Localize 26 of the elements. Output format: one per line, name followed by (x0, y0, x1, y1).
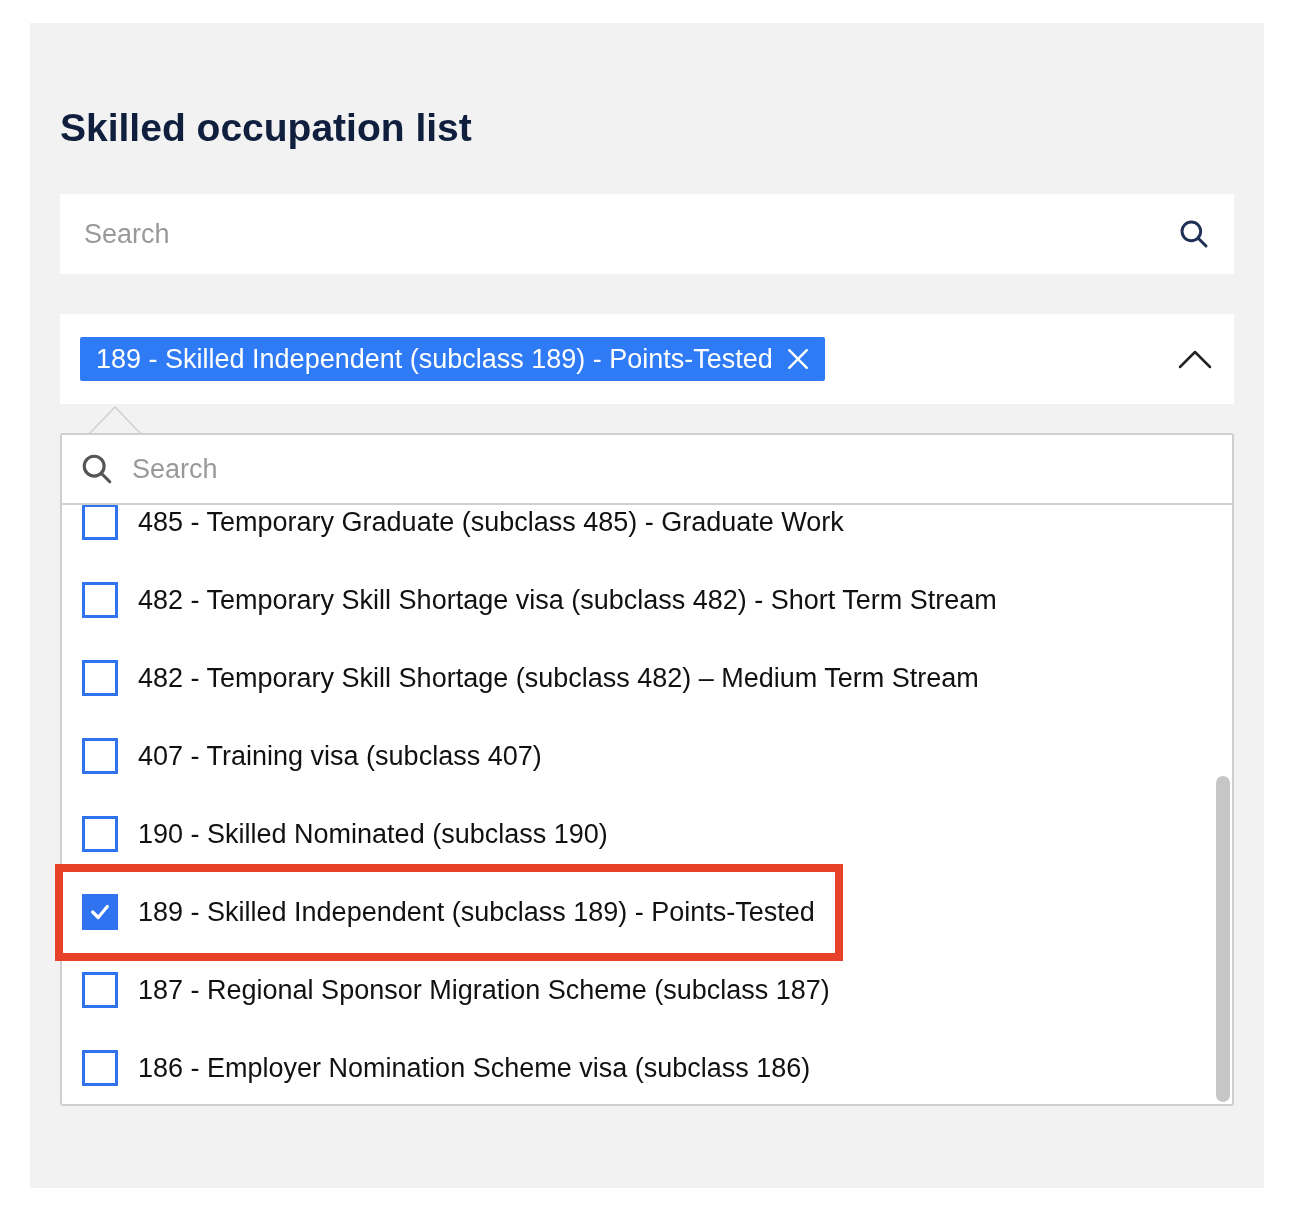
checkbox[interactable] (82, 504, 118, 540)
checkbox[interactable] (82, 1050, 118, 1086)
checkbox[interactable] (82, 660, 118, 696)
close-icon[interactable] (786, 348, 809, 370)
selected-chip: 189 - Skilled Independent (subclass 189) - Points-Tested (80, 337, 825, 381)
checkbox[interactable] (82, 738, 118, 774)
option-label[interactable]: 407 - Training visa (subclass 407) (138, 742, 542, 770)
checkbox[interactable] (82, 816, 118, 852)
search-icon (1178, 218, 1210, 250)
option-label[interactable]: 485 - Temporary Graduate (subclass 485) - Graduate Work (138, 508, 844, 536)
option-label[interactable]: 190 - Skilled Nominated (subclass 190) (138, 820, 608, 848)
multiselect-field[interactable]: 189 - Skilled Independent (subclass 189) - Points-Tested (60, 314, 1234, 404)
option-label[interactable]: 482 - Temporary Skill Shortage (subclass 482) – Medium Term Stream (138, 664, 979, 692)
dropdown-search-field[interactable]: Search (62, 435, 1232, 505)
option-label[interactable]: 187 - Regional Sponsor Migration Scheme (subclass 187) (138, 976, 830, 1004)
option-label[interactable]: 482 - Temporary Skill Shortage visa (subclass 482) - Short Term Stream (138, 586, 997, 614)
checkbox[interactable] (82, 972, 118, 1008)
option-label[interactable]: 186 - Employer Nomination Scheme visa (subclass 186) (138, 1054, 811, 1082)
option-label[interactable]: 189 - Skilled Independent (subclass 189) - Points-Tested (138, 898, 815, 926)
search-field[interactable]: Search (60, 194, 1234, 274)
checkbox[interactable] (82, 582, 118, 618)
scrollbar-thumb[interactable] (1216, 776, 1230, 1102)
search-icon (80, 452, 114, 486)
page-title: Skilled occupation list (60, 108, 473, 147)
checkbox[interactable] (82, 894, 118, 930)
caret-up-icon[interactable] (1178, 349, 1212, 369)
